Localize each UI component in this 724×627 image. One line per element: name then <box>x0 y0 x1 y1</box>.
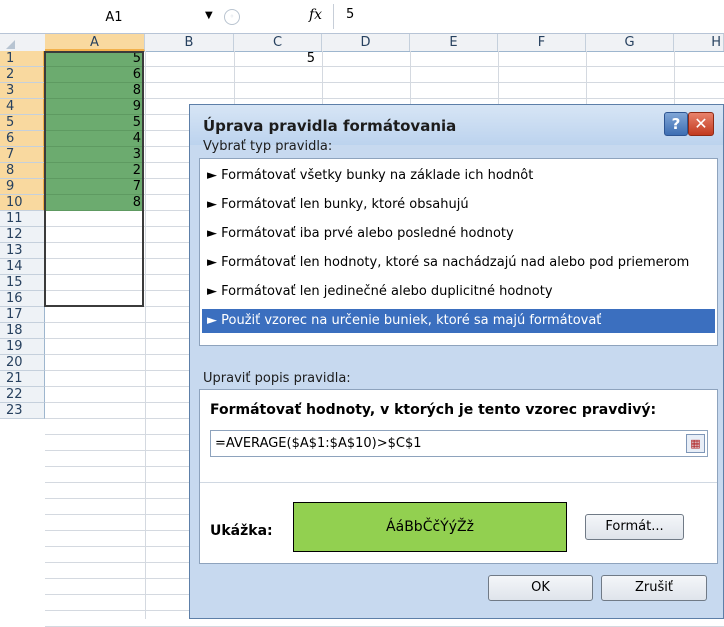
preview-label: Ukážka: <box>210 523 273 539</box>
row-header[interactable]: 8 <box>0 163 45 179</box>
edit-description-label: Upraviť popis pravidla: <box>203 371 351 386</box>
row-header[interactable]: 23 <box>0 403 45 419</box>
formula-bar-value[interactable]: 5 <box>346 7 354 22</box>
cell-a5[interactable]: 5 <box>45 115 144 131</box>
formula-bar: A1 ▼ ◦ fx 5 <box>0 0 724 34</box>
row-header[interactable]: 12 <box>0 227 45 243</box>
cell-a4[interactable]: 9 <box>45 99 144 115</box>
row-header[interactable]: 18 <box>0 323 45 339</box>
formula-bar-separator <box>333 4 334 29</box>
rule-type-item[interactable]: ► Formátovať len bunky, ktoré obsahujú <box>202 193 715 217</box>
row-header[interactable]: 2 <box>0 67 45 83</box>
cell-a1[interactable]: 5 <box>45 51 144 67</box>
column-headers: A B C D E F G H <box>0 34 724 52</box>
column-header-c[interactable]: C <box>234 34 322 51</box>
cell-a8[interactable]: 2 <box>45 163 144 179</box>
row-header[interactable]: 6 <box>0 131 45 147</box>
formula-text: =AVERAGE($A$1:$A$10)>$C$1 <box>215 436 422 451</box>
format-button[interactable]: Formát... <box>585 514 684 540</box>
grid-column-line <box>145 51 146 619</box>
rule-type-item[interactable]: ► Formátovať len hodnoty, ktoré sa nachá… <box>202 251 715 275</box>
format-preview: ÁáBbČčÝýŽž <box>293 502 567 552</box>
edit-formatting-rule-dialog: Úprava pravidla formátovania ? ✕ Vybrať … <box>189 104 724 619</box>
row-header[interactable]: 20 <box>0 355 45 371</box>
rule-type-item[interactable]: ► Formátovať len jedinečné alebo duplici… <box>202 280 715 304</box>
cell-a9[interactable]: 7 <box>45 179 144 195</box>
rule-type-item[interactable]: ► Formátovať všetky bunky na základe ich… <box>202 164 715 188</box>
row-header[interactable]: 19 <box>0 339 45 355</box>
cell-a3[interactable]: 8 <box>45 83 144 99</box>
column-header-f[interactable]: F <box>498 34 586 51</box>
row-header[interactable]: 10 <box>0 195 45 211</box>
row-header[interactable]: 15 <box>0 275 45 291</box>
dialog-title: Úprava pravidla formátovania <box>203 117 457 135</box>
grid-row-line <box>45 82 724 83</box>
column-header-e[interactable]: E <box>410 34 498 51</box>
insert-function-icon[interactable]: fx <box>309 7 322 23</box>
row-header[interactable]: 9 <box>0 179 45 195</box>
row-header[interactable]: 4 <box>0 99 45 115</box>
grid-row-line <box>45 98 724 99</box>
rule-type-label: Vybrať typ pravidla: <box>203 139 333 154</box>
row-header[interactable]: 16 <box>0 291 45 307</box>
column-header-g[interactable]: G <box>586 34 674 51</box>
column-header-d[interactable]: D <box>322 34 410 51</box>
row-header[interactable]: 22 <box>0 387 45 403</box>
cell-a2[interactable]: 6 <box>45 67 144 83</box>
panel-divider <box>200 482 717 483</box>
formula-condition-title: Formátovať hodnoty, v ktorých je tento v… <box>210 402 657 418</box>
select-all-corner[interactable] <box>0 34 17 51</box>
row-header[interactable]: 21 <box>0 371 45 387</box>
formula-input[interactable]: =AVERAGE($A$1:$A$10)>$C$1 ▦ <box>210 430 708 457</box>
ok-button[interactable]: OK <box>488 575 593 601</box>
rule-type-item[interactable]: ► Použiť vzorec na určenie buniek, ktoré… <box>202 309 715 333</box>
column-header-h[interactable]: H <box>674 34 724 51</box>
name-box-dropdown-icon[interactable]: ▼ <box>205 10 213 21</box>
row-header[interactable]: 1 <box>0 51 45 67</box>
row-header[interactable]: 7 <box>0 147 45 163</box>
cell-a10[interactable]: 8 <box>45 195 144 211</box>
cell-a7[interactable]: 3 <box>45 147 144 163</box>
rule-type-list: ► Formátovať všetky bunky na základe ich… <box>199 158 718 346</box>
row-header[interactable]: 13 <box>0 243 45 259</box>
name-box[interactable]: A1 <box>0 8 228 28</box>
close-button[interactable]: ✕ <box>688 112 714 136</box>
row-header[interactable]: 3 <box>0 83 45 99</box>
cell-c1[interactable]: 5 <box>235 51 315 67</box>
grid-row-line <box>45 66 724 67</box>
row-header[interactable]: 5 <box>0 115 45 131</box>
column-header-a[interactable]: A <box>45 34 145 51</box>
rule-type-item[interactable]: ► Formátovať iba prvé alebo posledné hod… <box>202 222 715 246</box>
cell-a6[interactable]: 4 <box>45 131 144 147</box>
rule-description-panel: Formátovať hodnoty, v ktorých je tento v… <box>199 389 718 564</box>
row-header[interactable]: 11 <box>0 211 45 227</box>
row-header[interactable]: 17 <box>0 307 45 323</box>
column-header-b[interactable]: B <box>145 34 234 51</box>
cancel-entry-icon[interactable]: ◦ <box>224 9 240 25</box>
cancel-button[interactable]: Zrušiť <box>601 575 707 601</box>
range-select-icon[interactable]: ▦ <box>686 434 705 453</box>
help-button[interactable]: ? <box>664 112 688 136</box>
row-header[interactable]: 14 <box>0 259 45 275</box>
